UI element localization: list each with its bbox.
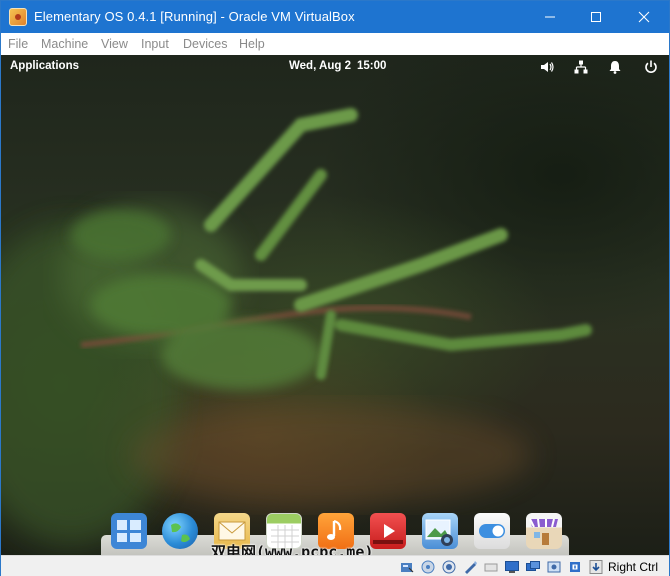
window-title: Elementary OS 0.4.1 [Running] - Oracle V… xyxy=(34,9,355,24)
maximize-icon xyxy=(591,12,601,22)
capture-icon[interactable] xyxy=(546,559,562,575)
menu-machine[interactable]: Machine xyxy=(41,37,88,51)
virtualbox-app-icon[interactable] xyxy=(9,8,27,26)
close-icon xyxy=(638,11,650,23)
optical-drive-icon[interactable] xyxy=(420,559,436,575)
dock-appcenter[interactable] xyxy=(526,513,562,549)
maximize-button[interactable] xyxy=(573,1,619,33)
mouse-integration-icon[interactable] xyxy=(588,559,604,575)
minimize-button[interactable] xyxy=(527,1,573,33)
play-icon xyxy=(373,524,403,544)
minimize-icon xyxy=(545,16,555,18)
multitasking-icon xyxy=(117,520,141,542)
close-button[interactable] xyxy=(621,1,667,33)
toggle-switch-icon xyxy=(479,524,505,538)
guest-screen[interactable]: Applications Wed, Aug 2 15:00 双电网(www.pc… xyxy=(1,55,669,555)
globe-icon xyxy=(171,523,190,543)
menu-file[interactable]: File xyxy=(8,37,28,51)
dock-system-settings[interactable] xyxy=(474,513,510,549)
photos-icon xyxy=(425,519,453,546)
network-icon[interactable] xyxy=(573,59,589,75)
menu-help[interactable]: Help xyxy=(239,37,265,51)
volume-icon[interactable] xyxy=(539,59,555,75)
display-icon[interactable] xyxy=(525,559,541,575)
top-panel: Applications Wed, Aug 2 15:00 xyxy=(1,55,669,79)
wallpaper-image xyxy=(1,108,592,545)
applications-menu[interactable]: Applications xyxy=(10,60,79,72)
title-bar[interactable]: Elementary OS 0.4.1 [Running] - Oracle V… xyxy=(1,1,669,33)
watermark-text: 双电网(www.pcpc.me) xyxy=(211,543,374,555)
shared-folders-icon[interactable] xyxy=(504,559,520,575)
menu-devices[interactable]: Devices xyxy=(183,37,227,51)
cpu-icon[interactable] xyxy=(567,559,583,575)
panel-time[interactable]: 15:00 xyxy=(357,60,386,72)
dock-videos[interactable] xyxy=(370,513,406,549)
host-key-label: Right Ctrl xyxy=(608,560,659,574)
dock-photos[interactable] xyxy=(422,513,458,549)
menu-view[interactable]: View xyxy=(101,37,128,51)
network-adapter-icon[interactable] xyxy=(462,559,478,575)
panel-date[interactable]: Wed, Aug 2 xyxy=(289,60,351,72)
hard-disk-icon[interactable] xyxy=(399,559,415,575)
store-icon xyxy=(529,518,558,545)
dock-web-browser[interactable] xyxy=(162,513,198,549)
dock-multitasking-view[interactable] xyxy=(111,513,147,549)
audio-icon[interactable] xyxy=(441,559,457,575)
menu-bar: File Machine View Input Devices Help xyxy=(1,33,669,55)
status-bar: Right Ctrl xyxy=(1,555,669,576)
notifications-icon[interactable] xyxy=(607,59,623,75)
power-icon[interactable] xyxy=(643,59,659,75)
usb-icon[interactable] xyxy=(483,559,499,575)
menu-input[interactable]: Input xyxy=(141,37,169,51)
virtualbox-window: Elementary OS 0.4.1 [Running] - Oracle V… xyxy=(0,0,670,576)
